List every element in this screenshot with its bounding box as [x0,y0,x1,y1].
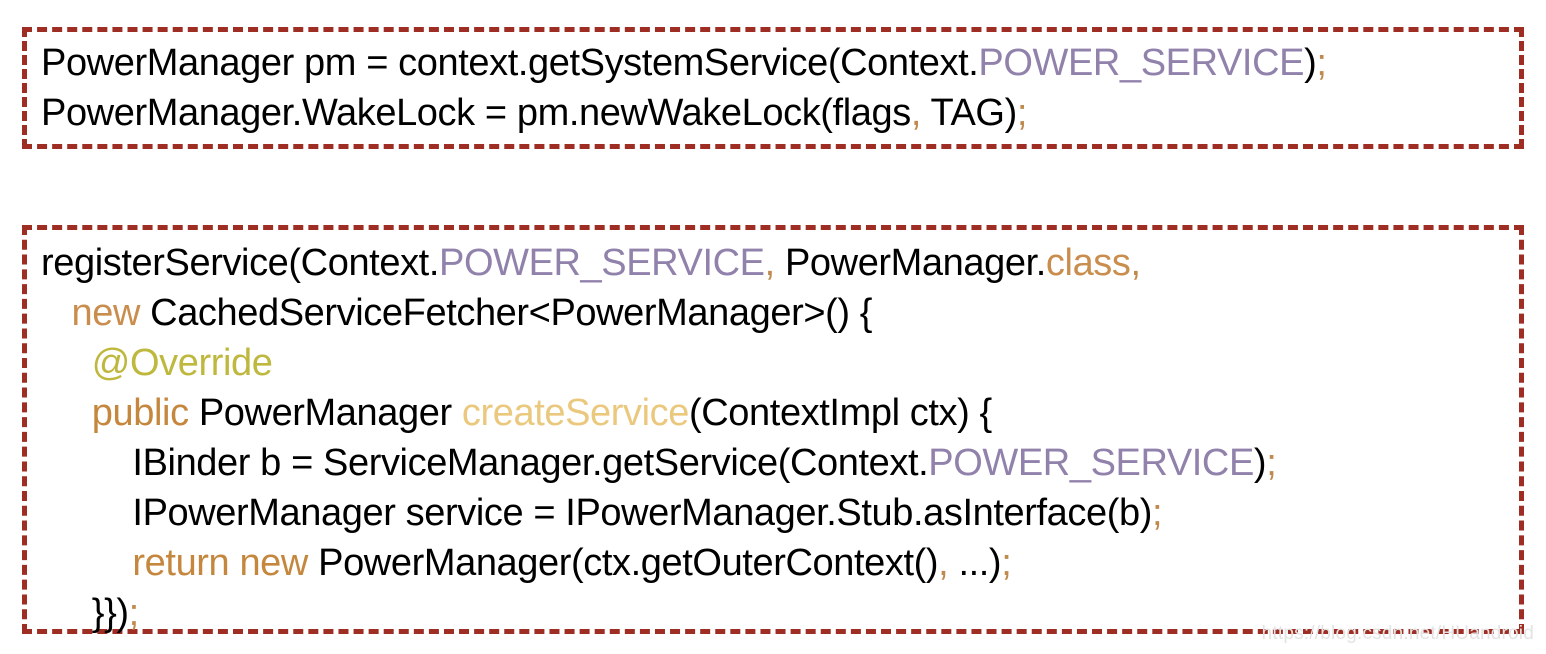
code-token-plain: PowerManager. [774,242,1046,284]
code-token-keyword: class [1045,242,1131,284]
code-token-punct: ; [1001,542,1012,584]
code-token-kw-alt: public [91,392,189,434]
code-block-register-service-snippet: registerService(Context.POWER_SERVICE, P… [22,225,1524,634]
code-token-punct: ; [1266,442,1277,484]
code-line: IPowerManager service = IPowerManager.St… [41,488,1519,538]
code-token-keyword: new [71,292,140,334]
code-token-plain: (ContextImpl ctx) { [689,392,992,434]
code-token-plain: TAG) [921,92,1017,134]
code-line: @Override [41,338,1519,388]
code-token-kw-alt: return new [132,542,308,584]
code-line: public PowerManager createService(Contex… [41,388,1519,438]
code-token-plain: registerService(Context. [41,242,439,284]
code-token-punct: , [1130,242,1142,284]
code-token-const: POWER_SERVICE [439,242,765,284]
code-token-punct: ; [1151,492,1163,534]
code-line: PowerManager.WakeLock = pm.newWakeLock(f… [41,88,1519,138]
code-line: new CachedServiceFetcher<PowerManager>()… [41,288,1519,338]
code-token-const: POWER_SERVICE [928,442,1254,484]
code-token-method: createService [461,392,690,434]
code-token-punct: , [938,542,949,584]
code-line: PowerManager pm = context.getSystemServi… [41,38,1519,88]
code-token-punct: ; [1316,42,1327,84]
code-token-plain: ) [1304,42,1317,84]
code-token-plain: IBinder b = ServiceManager.getService(Co… [132,442,929,484]
code-token-punct: , [910,92,922,134]
code-token-plain: ...) [948,542,1002,584]
code-token-punct: ; [1016,92,1028,134]
code-token-const: POWER_SERVICE [978,42,1305,84]
code-token-plain: PowerManager.WakeLock = pm.newWakeLock(f… [41,92,911,134]
code-line: }}); [41,588,1519,638]
code-token-plain: ) [1253,442,1267,484]
code-token-punct: ; [128,592,140,634]
code-token-plain: CachedServiceFetcher<PowerManager>() { [140,292,873,334]
code-line: return new PowerManager(ctx.getOuterCont… [41,538,1519,588]
code-token-plain: IPowerManager service = IPowerManager.St… [132,492,1152,534]
code-line: registerService(Context.POWER_SERVICE, P… [41,238,1519,288]
code-token-plain: }}) [91,592,129,634]
code-token-annot: @Override [91,342,273,384]
code-line: IBinder b = ServiceManager.getService(Co… [41,438,1519,488]
code-token-plain: PowerManager pm = context.getSystemServi… [41,42,979,84]
code-token-plain: PowerManager [188,392,462,434]
code-token-plain: PowerManager(ctx.getOuterContext() [307,542,939,584]
code-token-punct: , [764,242,776,284]
code-block-usage-snippet: PowerManager pm = context.getSystemServi… [22,27,1524,149]
